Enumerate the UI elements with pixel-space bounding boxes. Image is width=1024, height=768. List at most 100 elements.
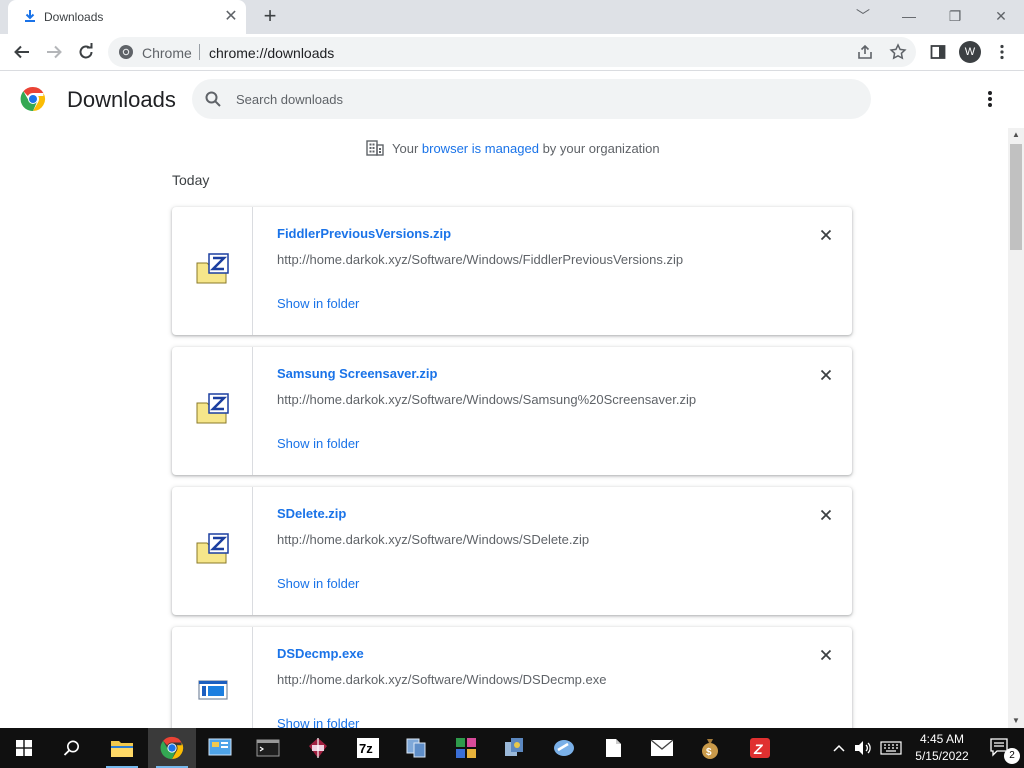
remove-button[interactable] — [816, 365, 836, 385]
date-heading: Today — [172, 172, 210, 188]
taskbar-7zip[interactable]: 7z — [344, 728, 392, 768]
kebab-menu-icon — [1000, 44, 1004, 60]
registry-icon — [456, 738, 476, 758]
chevron-up-icon — [833, 744, 845, 752]
side-panel-icon — [930, 45, 946, 59]
managed-notice: Your browser is managed by your organiza… — [366, 140, 660, 156]
network-icon — [406, 738, 426, 758]
search-icon — [63, 740, 79, 756]
winrar-icon — [309, 738, 327, 758]
remove-button[interactable] — [816, 505, 836, 525]
zip-archive-icon — [196, 253, 230, 285]
taskbar-file-explorer[interactable] — [98, 728, 146, 768]
taskbar-speed[interactable] — [540, 728, 588, 768]
start-button[interactable] — [0, 728, 48, 768]
clock-time: 4:45 AM — [919, 732, 965, 746]
taskbar-app-red[interactable]: Z — [736, 728, 784, 768]
money-bag-icon: $ — [702, 739, 718, 759]
more-actions-button[interactable] — [979, 88, 1001, 110]
file-explorer-icon — [111, 741, 133, 757]
close-window-button[interactable]: ✕ — [978, 0, 1024, 34]
taskbar-files[interactable] — [590, 728, 638, 768]
chrome-site-icon — [118, 44, 134, 60]
tab-close-button[interactable]: ✕ — [222, 8, 240, 26]
back-button[interactable] — [8, 38, 36, 66]
app-red-icon: Z — [750, 738, 770, 758]
search-icon — [204, 90, 222, 108]
zip-archive-icon — [196, 393, 230, 425]
windows-logo-icon — [16, 740, 32, 756]
browser-menu-button[interactable] — [988, 38, 1016, 66]
clock[interactable]: 4:45 AM 5/15/2022 — [912, 731, 972, 765]
scroll-up-arrow-icon[interactable]: ▲ — [1008, 128, 1024, 142]
taskbar-mail[interactable] — [638, 728, 686, 768]
terminal-icon — [256, 739, 280, 757]
url-text[interactable]: chrome://downloads — [209, 45, 334, 61]
restore-button[interactable]: ❐ — [932, 0, 978, 34]
source-url: http://home.darkok.xyz/Software/Windows/… — [277, 392, 697, 407]
search-box[interactable] — [192, 79, 871, 119]
download-card: FiddlerPreviousVersions.zip http://home.… — [172, 207, 852, 335]
vertical-scrollbar[interactable]: ▲ ▼ — [1008, 128, 1024, 728]
taskbar-terminal[interactable] — [244, 728, 292, 768]
download-card: DSDecmp.exe http://home.darkok.xyz/Softw… — [172, 627, 852, 728]
taskbar-network[interactable] — [392, 728, 440, 768]
card-icon-column — [172, 347, 253, 475]
new-tab-button[interactable]: + — [258, 5, 282, 29]
card-icon-column — [172, 627, 253, 728]
managed-link[interactable]: browser is managed — [422, 141, 539, 156]
downloads-header: Downloads — [0, 72, 1024, 128]
minimize-button[interactable]: — — [886, 0, 932, 34]
show-hidden-icons-button[interactable] — [828, 728, 850, 768]
file-name-link[interactable]: FiddlerPreviousVersions.zip — [277, 226, 451, 241]
show-in-folder-link[interactable]: Show in folder — [277, 296, 359, 311]
show-in-folder-link[interactable]: Show in folder — [277, 576, 359, 591]
file-name-link[interactable]: DSDecmp.exe — [277, 646, 364, 661]
scroll-thumb[interactable] — [1010, 144, 1022, 250]
kebab-menu-icon — [988, 91, 992, 107]
taskbar-search-button[interactable] — [48, 728, 96, 768]
reload-button[interactable] — [72, 38, 100, 66]
taskbar-money[interactable]: $ — [686, 728, 734, 768]
file-name-link[interactable]: Samsung Screensaver.zip — [277, 366, 437, 381]
tab-downloads[interactable]: Downloads ✕ — [8, 0, 246, 34]
speed-icon — [554, 740, 574, 756]
managed-suffix: by your organization — [538, 140, 660, 156]
taskbar-control-panel[interactable] — [196, 728, 244, 768]
close-icon — [820, 369, 832, 381]
taskbar-chrome[interactable] — [148, 728, 196, 768]
keyboard-button[interactable] — [876, 728, 906, 768]
tab-strip: Downloads ✕ + ﹀ — ❐ ✕ — [0, 0, 1024, 34]
taskbar-app[interactable] — [490, 728, 538, 768]
scroll-down-arrow-icon[interactable]: ▼ — [1008, 714, 1024, 728]
side-panel-button[interactable] — [924, 38, 952, 66]
close-icon — [820, 229, 832, 241]
remove-button[interactable] — [816, 225, 836, 245]
card-icon-column — [172, 487, 253, 615]
share-icon[interactable] — [856, 43, 874, 61]
taskbar-registry[interactable] — [442, 728, 490, 768]
search-input[interactable] — [236, 89, 836, 109]
control-panel-icon — [208, 738, 232, 756]
mail-icon — [650, 739, 674, 756]
close-icon — [820, 509, 832, 521]
address-bar[interactable]: Chrome chrome://downloads — [108, 37, 916, 67]
page-title: Downloads — [67, 87, 176, 112]
chrome-icon — [160, 736, 184, 760]
taskbar-winrar[interactable] — [294, 728, 342, 768]
chrome-logo-icon — [20, 86, 46, 112]
star-icon[interactable] — [889, 43, 907, 61]
show-in-folder-link[interactable]: Show in folder — [277, 436, 359, 451]
file-name-link[interactable]: SDelete.zip — [277, 506, 346, 521]
notification-center-button[interactable]: 2 — [976, 728, 1024, 768]
source-url: http://home.darkok.xyz/Software/Windows/… — [277, 532, 590, 547]
show-in-folder-link[interactable]: Show in folder — [277, 716, 359, 728]
forward-button[interactable] — [40, 38, 68, 66]
download-icon — [22, 8, 38, 24]
address-divider — [199, 44, 200, 60]
tab-search-button[interactable]: ﹀ — [840, 0, 886, 34]
remove-button[interactable] — [816, 645, 836, 665]
notification-badge: 2 — [1004, 748, 1020, 764]
volume-button[interactable] — [850, 728, 876, 768]
profile-avatar[interactable]: W — [959, 41, 981, 63]
